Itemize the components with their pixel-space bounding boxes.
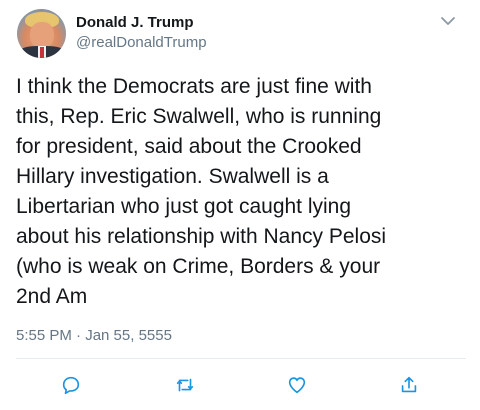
avatar-face — [30, 22, 54, 48]
chevron-down-icon[interactable] — [440, 14, 456, 26]
share-icon — [401, 376, 417, 393]
author-handle[interactable]: @realDonaldTrump — [76, 34, 207, 52]
avatar[interactable] — [17, 9, 66, 58]
heart-icon — [288, 377, 306, 394]
tweet-timestamp[interactable]: 5:55 PM · Jan 55, 5555 — [16, 327, 172, 345]
avatar-tie — [40, 47, 44, 58]
tweet-card: Donald J. Trump @realDonaldTrump I think… — [0, 0, 480, 410]
retweet-button[interactable] — [170, 370, 200, 400]
share-button[interactable] — [394, 370, 424, 400]
like-button[interactable] — [282, 370, 312, 400]
reply-icon — [62, 376, 80, 395]
divider — [16, 358, 466, 359]
retweet-icon — [176, 378, 194, 392]
reply-button[interactable] — [56, 370, 86, 400]
action-bar — [0, 370, 480, 400]
author-display-name[interactable]: Donald J. Trump — [76, 14, 194, 32]
tweet-text: I think the Democrats are just fine with… — [16, 75, 387, 308]
